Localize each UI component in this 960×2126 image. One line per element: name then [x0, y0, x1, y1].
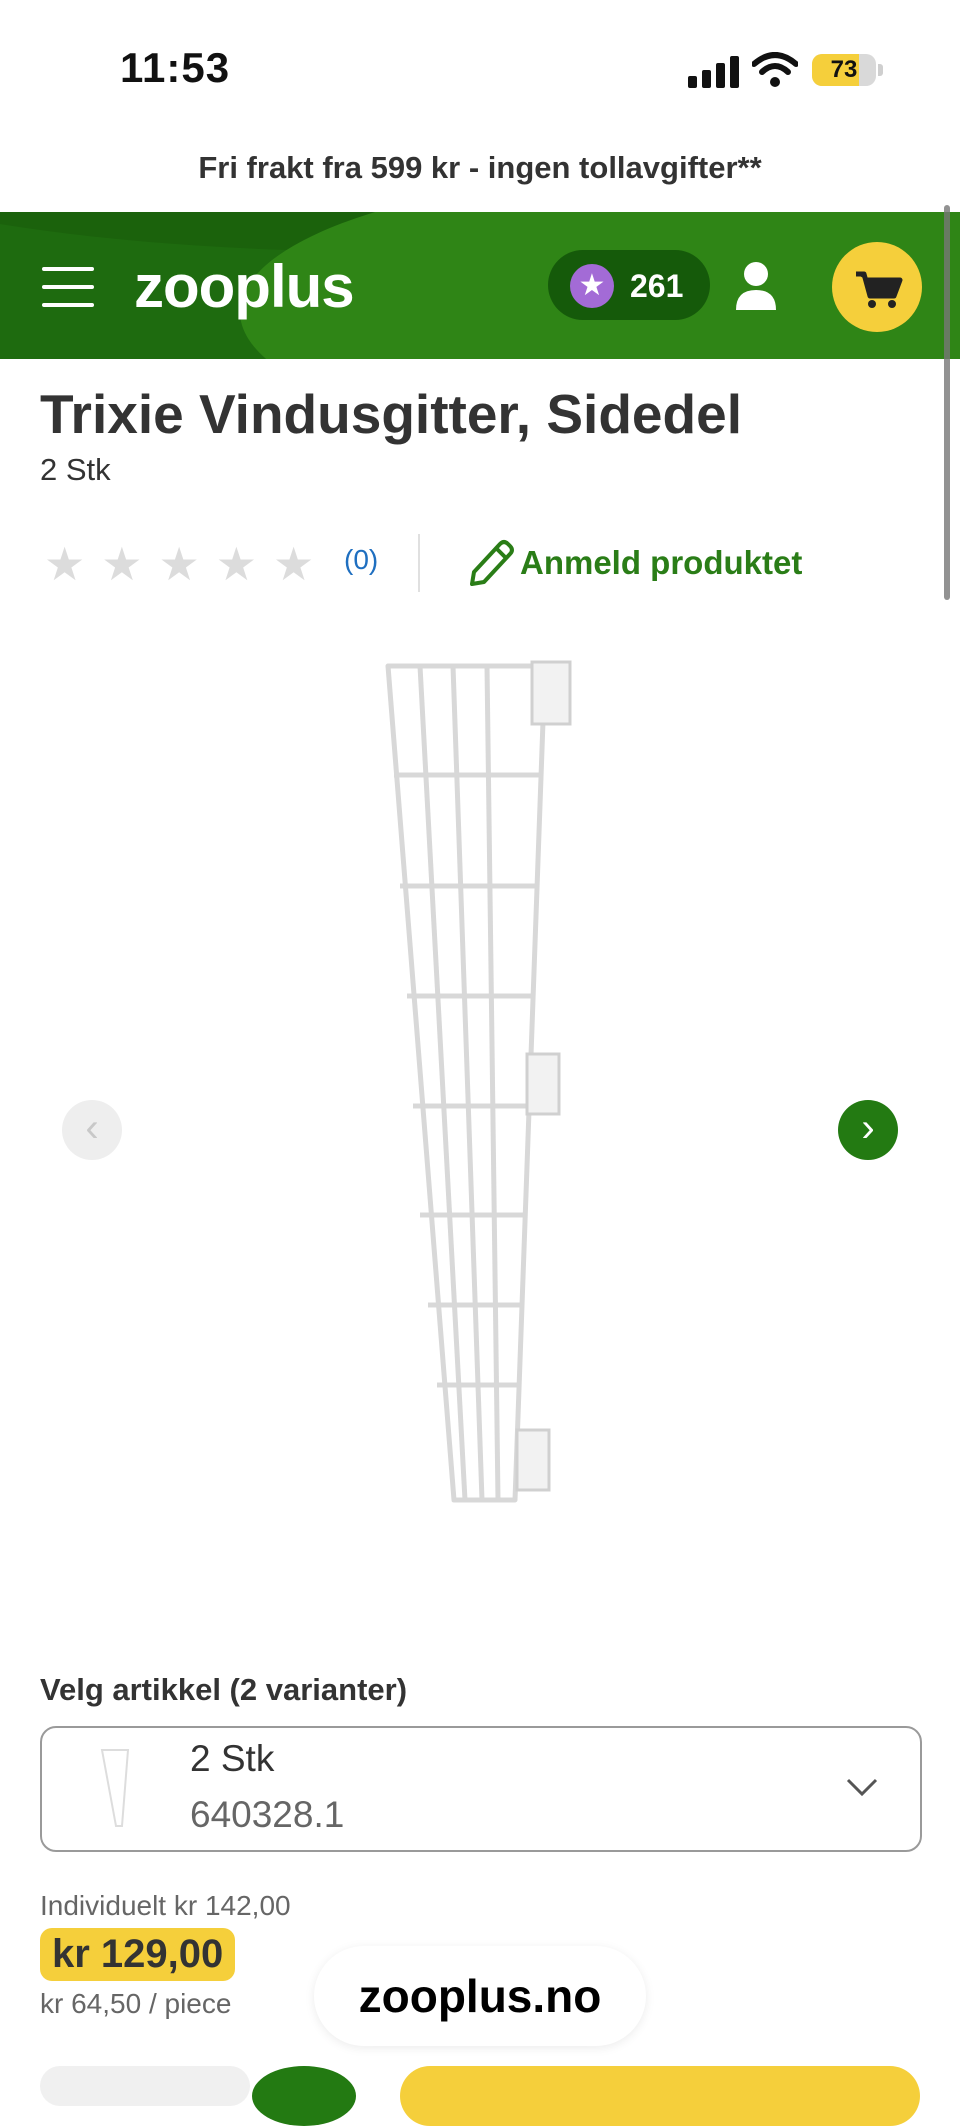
battery-level: 73: [830, 56, 858, 83]
variant-label: Velg artikkel (2 varianter): [40, 1672, 408, 1707]
variant-name: 2 Stk: [190, 1738, 275, 1779]
loyalty-points-value: 261: [630, 268, 684, 304]
star-icon: ★: [570, 264, 614, 308]
star-icon: ★: [101, 538, 143, 590]
shipping-promo[interactable]: Fri frakt fra 599 kr - ingen tollavgifte…: [0, 150, 960, 186]
bottom-action-button[interactable]: [252, 2066, 356, 2126]
variant-thumbnail: [100, 1749, 130, 1827]
battery-indicator: 73: [812, 54, 876, 86]
status-time: 11:53: [120, 44, 231, 91]
chevron-down-icon: [846, 1778, 878, 1797]
product-subtitle: 2 Stk: [40, 452, 111, 487]
quantity-stepper[interactable]: [40, 2066, 250, 2106]
wifi-icon: [752, 52, 798, 87]
cart-button[interactable]: [832, 242, 922, 332]
zooplus-logo[interactable]: zooplus: [134, 252, 355, 321]
product-image: [385, 660, 572, 1503]
product-image-gallery[interactable]: [0, 630, 960, 1560]
rating-stars[interactable]: ★ ★ ★ ★ ★: [44, 536, 330, 592]
loyalty-points-button[interactable]: ★ 261: [548, 250, 710, 320]
chevron-right-icon: ›: [861, 1106, 875, 1150]
star-icon: ★: [44, 538, 86, 590]
current-price: kr 129,00: [40, 1928, 236, 1981]
write-review-label: Anmeld produktet: [520, 544, 803, 581]
individual-price: Individuelt kr 142,00: [40, 1890, 291, 1921]
product-title: Trixie Vindusgitter, Sidedel: [40, 383, 742, 445]
gallery-prev-button[interactable]: ‹: [62, 1100, 122, 1160]
divider: [418, 534, 420, 592]
unit-price: kr 64,50 / piece: [40, 1988, 232, 2019]
gallery-next-button[interactable]: ›: [838, 1100, 898, 1160]
star-icon: ★: [215, 538, 257, 590]
chevron-left-icon: ‹: [85, 1106, 99, 1150]
battery-cap: [878, 64, 883, 76]
menu-icon[interactable]: [42, 267, 94, 307]
add-to-cart-button[interactable]: [400, 2066, 920, 2126]
variant-sku: 640328.1: [190, 1794, 345, 1835]
user-account-icon[interactable]: [734, 260, 778, 312]
pencil-icon: [470, 540, 514, 586]
star-icon: ★: [158, 538, 200, 590]
variant-dropdown[interactable]: [40, 1726, 922, 1852]
shopping-cart-icon: [856, 271, 903, 308]
page-scrollbar[interactable]: [944, 205, 950, 600]
review-count[interactable]: (0): [344, 544, 378, 576]
browser-domain[interactable]: zooplus.no: [314, 1946, 646, 2046]
cellular-signal-icon: [688, 56, 739, 88]
star-icon: ★: [273, 538, 315, 590]
